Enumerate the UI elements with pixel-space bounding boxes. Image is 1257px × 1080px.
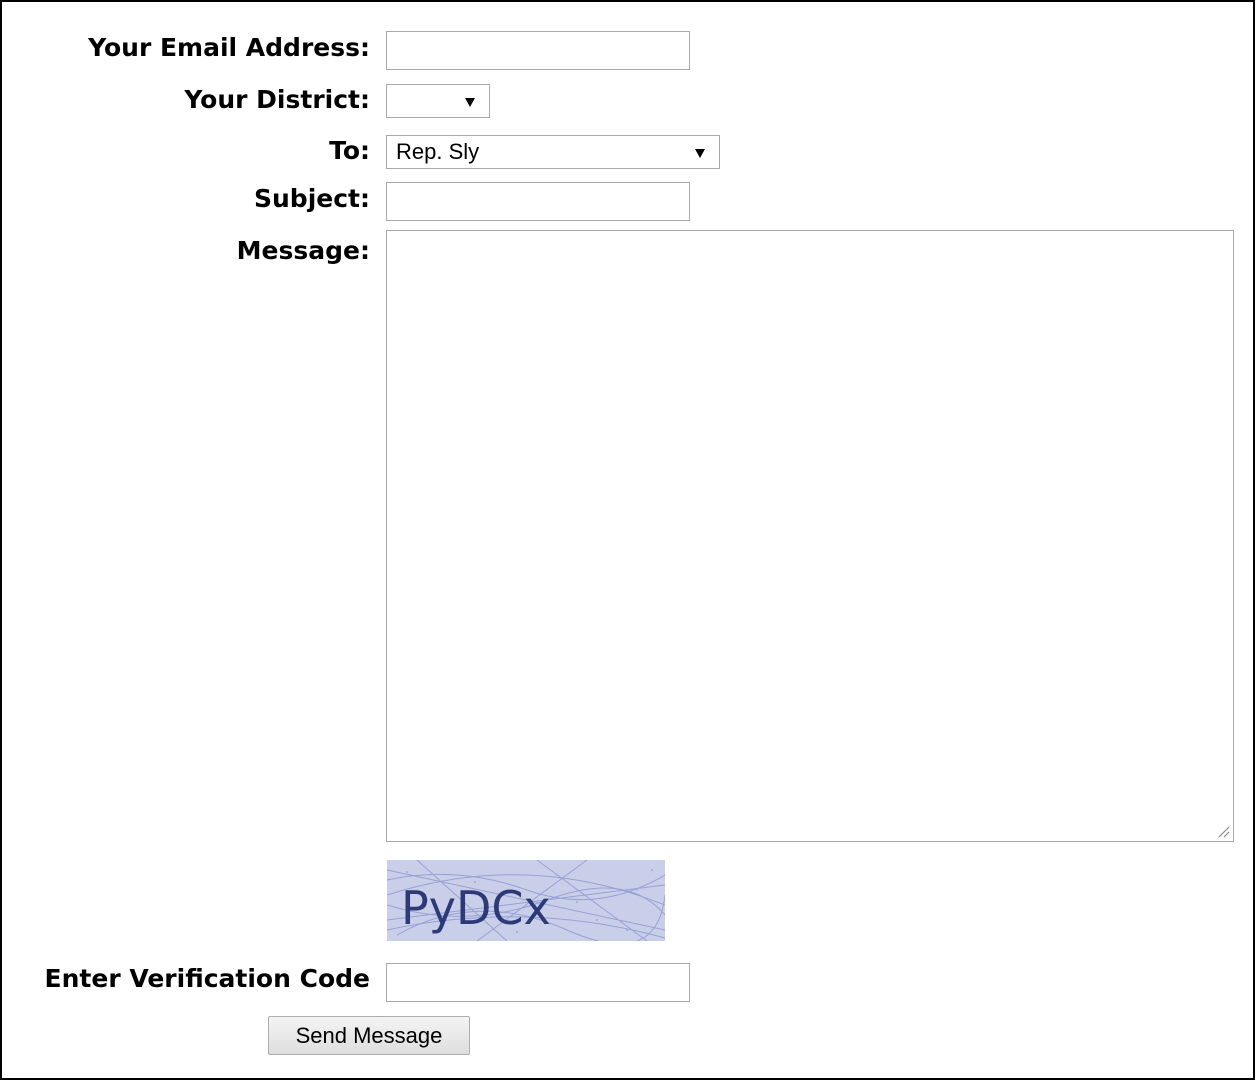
page-frame: Your Email Address: Your District: To: R… [0, 0, 1255, 1080]
email-field[interactable] [386, 31, 690, 70]
subject-field[interactable] [386, 182, 690, 221]
recipient-select[interactable]: Rep. Sly [386, 135, 720, 169]
district-label: Your District: [184, 85, 370, 114]
district-select[interactable] [386, 84, 490, 118]
resize-grip-icon[interactable] [1214, 822, 1230, 838]
recipient-select-value: Rep. Sly [396, 139, 480, 164]
send-message-button[interactable]: Send Message [268, 1016, 470, 1055]
chevron-down-icon [695, 149, 705, 158]
message-label: Message: [236, 236, 370, 265]
message-textarea[interactable] [386, 230, 1234, 842]
chevron-down-icon [465, 98, 475, 107]
captcha-image: PyDCx [387, 860, 665, 941]
subject-label: Subject: [254, 184, 370, 213]
verification-code-field[interactable] [386, 963, 690, 1002]
verification-label: Enter Verification Code [44, 964, 370, 993]
captcha-text: PyDCx [401, 881, 551, 935]
email-label: Your Email Address: [88, 33, 370, 62]
to-label: To: [329, 136, 370, 165]
